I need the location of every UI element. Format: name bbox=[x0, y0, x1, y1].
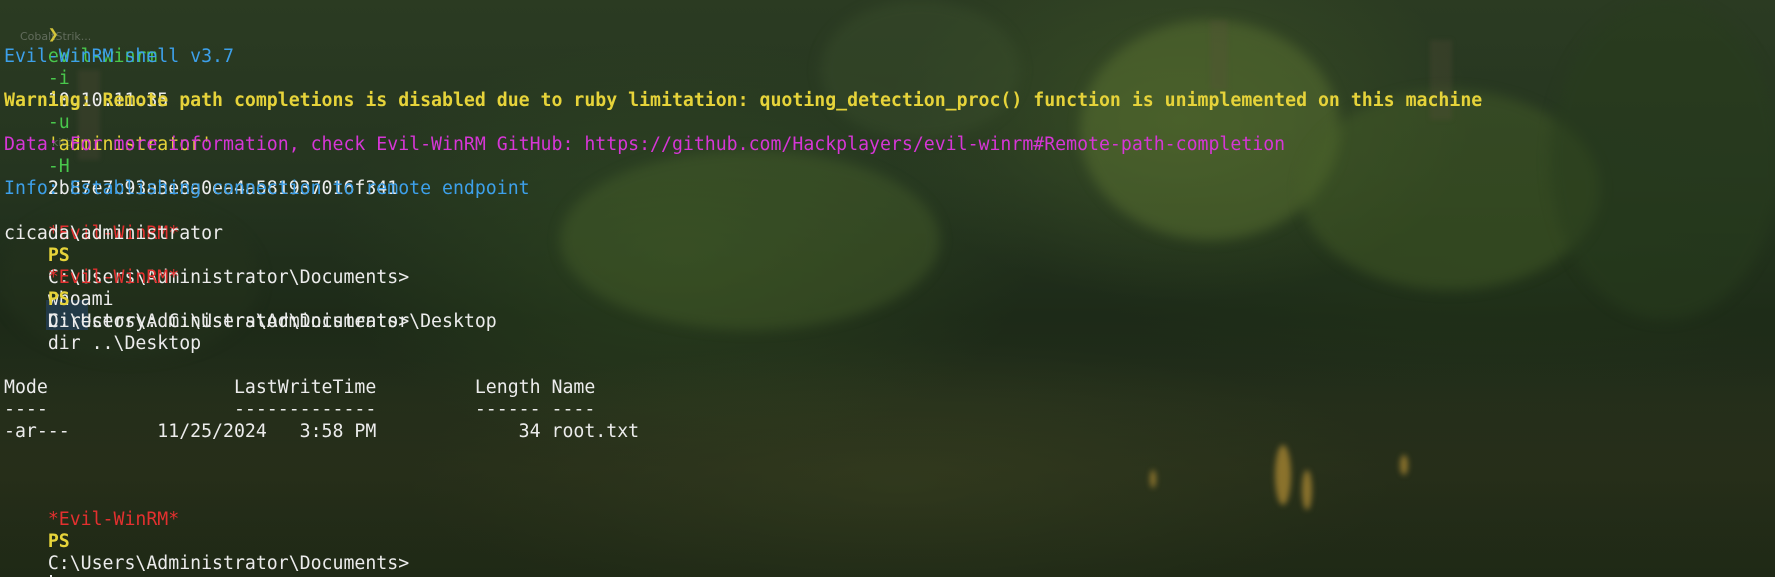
prompt-tag: *Evil-WinRM* bbox=[47, 509, 180, 530]
command-flag: -H bbox=[47, 156, 70, 177]
table-header: Mode LastWriteTime Length Name bbox=[4, 377, 596, 398]
prompt-symbol: ❯ bbox=[47, 24, 59, 45]
banner-line: Evil-WinRM shell v3.7 bbox=[4, 46, 234, 67]
info-line: Info: Establishing connection to remote … bbox=[4, 178, 530, 199]
table-row: -ar--- 11/25/2024 3:58 PM 34 root.txt bbox=[4, 421, 640, 442]
prompt-ps: PS bbox=[47, 531, 70, 552]
prompt-ps: PS bbox=[47, 289, 70, 310]
entered-command: dir ..\Desktop bbox=[47, 333, 202, 354]
command-line: ❯ evil-winrm -i 10.10.11.35 -u 'administ… bbox=[4, 2, 398, 199]
command-output: cicada\administrator bbox=[4, 223, 223, 244]
command-flag: -u bbox=[47, 112, 70, 133]
prompt-tag: *Evil-WinRM* bbox=[47, 267, 180, 288]
warning-line: Warning: Remote path completions is disa… bbox=[4, 90, 1483, 111]
prompt-line: *Evil-WinRM* PS C:\Users\Administrator\D… bbox=[4, 245, 409, 354]
prompt-path: C:\Users\Administrator\Documents> bbox=[47, 553, 410, 574]
data-line: Data: For more information, check Evil-W… bbox=[4, 134, 1286, 155]
active-prompt-line[interactable]: *Evil-WinRM* PS C:\Users\Administrator\D… bbox=[4, 487, 409, 577]
directory-line: Directory: C:\Users\Administrator\Deskto… bbox=[4, 311, 497, 332]
terminal[interactable]: ❯ evil-winrm -i 10.10.11.35 -u 'administ… bbox=[4, 0, 1775, 577]
table-separator: ---- ------------- ------ ---- bbox=[4, 399, 596, 420]
command-flag: -i bbox=[47, 68, 70, 89]
prompt-line: *Evil-WinRM* PS C:\Users\Administrator\D… bbox=[4, 201, 409, 310]
